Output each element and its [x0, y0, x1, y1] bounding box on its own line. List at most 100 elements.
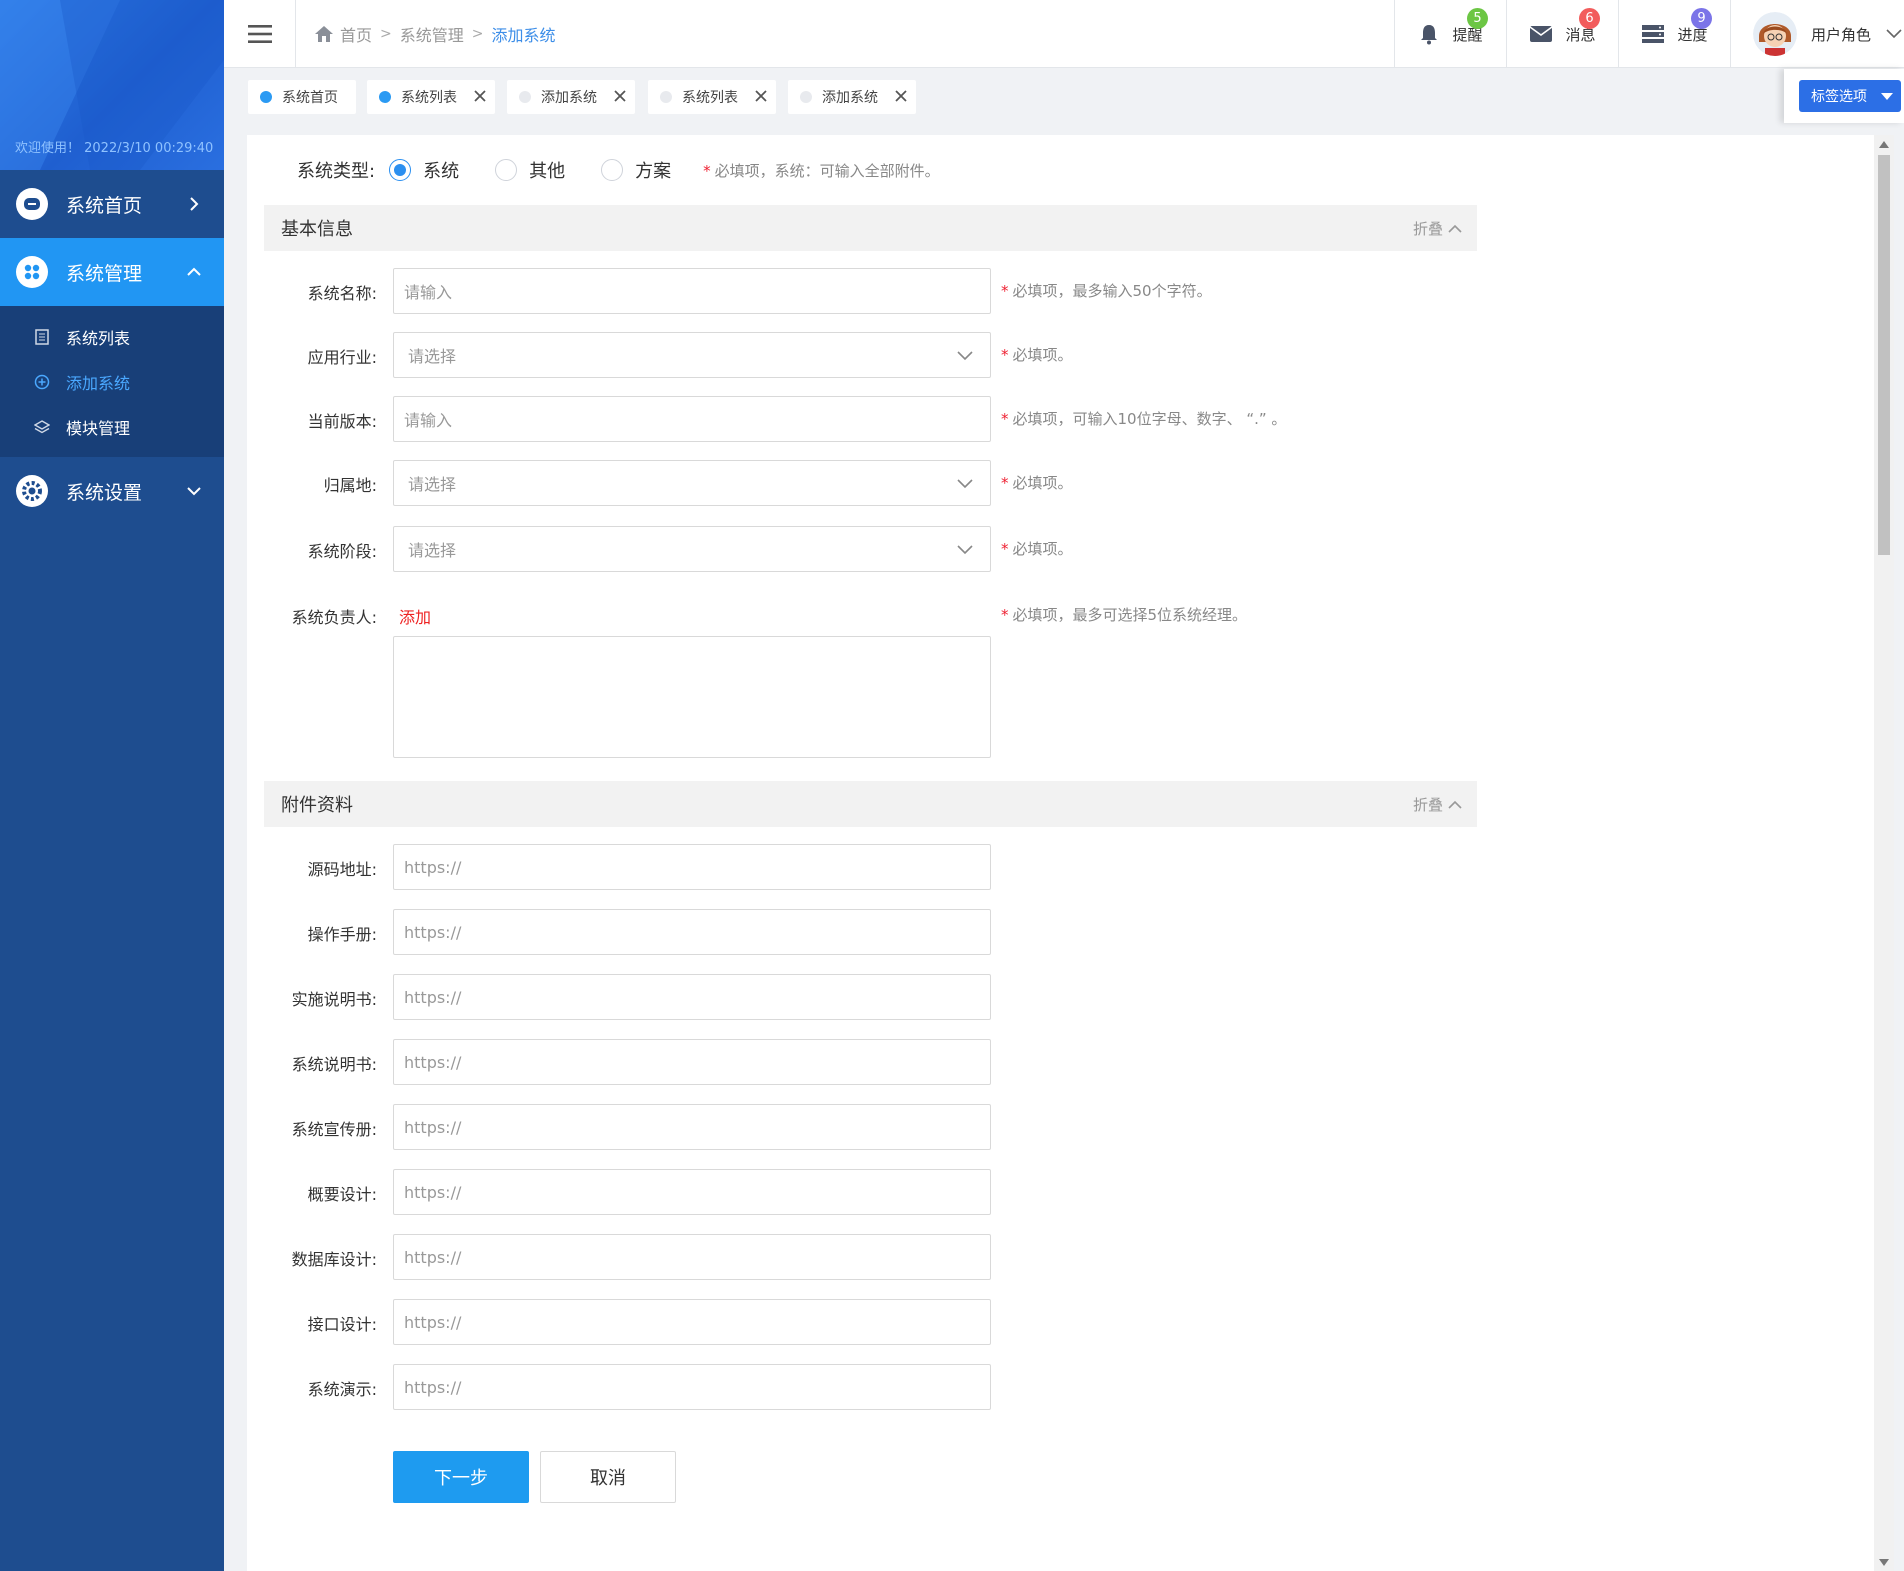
breadcrumb-separator-icon: >	[380, 26, 392, 42]
scroll-down-arrow-icon[interactable]	[1879, 1559, 1889, 1566]
tab-add-system[interactable]: 添加系统	[788, 80, 916, 114]
breadcrumb: 首页 > 系统管理 > 添加系统	[314, 22, 556, 46]
menu-toggle-button[interactable]	[224, 0, 296, 68]
required-star: *	[1001, 410, 1009, 428]
tab-options-button[interactable]: 标签选项	[1799, 80, 1901, 112]
tab-status-dot	[379, 91, 391, 103]
sidebar-banner: 欢迎使用！ 2022/3/10 00:29:40	[0, 0, 224, 170]
stage-hint: * 必填项。	[1001, 538, 1073, 559]
api-design-url-input[interactable]: https://	[393, 1299, 991, 1345]
sidebar-item-module-manage[interactable]: 模块管理	[0, 404, 224, 449]
hint-text: 必填项。	[1012, 474, 1073, 492]
industry-select[interactable]: 请选择	[393, 332, 991, 378]
sub-menu-system-manage: 系统列表 添加系统 模块管理	[0, 306, 224, 457]
message-button[interactable]: 消息 6	[1506, 0, 1618, 68]
outline-design-url-input[interactable]: https://	[393, 1169, 991, 1215]
sidebar-item-add-system[interactable]: 添加系统	[0, 359, 224, 404]
chevron-up-icon	[187, 267, 201, 276]
progress-button[interactable]: 进度 9	[1618, 0, 1730, 68]
cancel-button[interactable]: 取消	[540, 1451, 676, 1503]
hint-text: 必填项，最多可选择5位系统经理。	[1012, 606, 1248, 624]
radio-circle	[389, 159, 412, 181]
welcome-text: 欢迎使用！ 2022/3/10 00:29:40	[15, 141, 214, 156]
server-icon	[1641, 24, 1665, 44]
select-placeholder: 请选择	[408, 541, 457, 560]
sidebar-item-label: 添加系统	[66, 373, 131, 393]
envelope-icon	[1529, 25, 1553, 43]
tab-system-list[interactable]: 系统列表	[367, 80, 495, 114]
breadcrumb-system-manage[interactable]: 系统管理	[400, 22, 464, 46]
section-basic-info: 基本信息 折叠	[264, 205, 1477, 251]
house-icon	[315, 26, 333, 42]
avatar	[1753, 12, 1797, 56]
chevron-right-icon	[190, 197, 199, 211]
required-star: *	[1001, 474, 1009, 492]
chevron-down-icon	[1886, 29, 1902, 39]
chevron-up-icon	[1448, 224, 1462, 233]
owner-list-box[interactable]	[393, 636, 991, 758]
radio-other[interactable]: 其他	[495, 157, 565, 183]
progress-badge: 9	[1691, 8, 1712, 29]
nav-system-settings-label: 系统设置	[66, 481, 143, 504]
radio-label: 系统	[423, 161, 460, 182]
owner-hint: * 必填项，最多可选择5位系统经理。	[1001, 604, 1247, 625]
fold-button[interactable]: 折叠	[1413, 794, 1463, 815]
radio-label: 其他	[529, 161, 566, 182]
scroll-up-arrow-icon[interactable]	[1879, 141, 1889, 148]
fold-label: 折叠	[1412, 796, 1443, 814]
version-input[interactable]: 请输入	[393, 396, 991, 442]
nav-system-settings[interactable]: 系统设置	[0, 457, 224, 525]
required-star: *	[1001, 282, 1009, 300]
manual-url-input[interactable]: https://	[393, 909, 991, 955]
close-icon[interactable]	[894, 89, 908, 103]
nav-system-home[interactable]: 系统首页	[0, 170, 224, 238]
close-icon[interactable]	[473, 89, 487, 103]
field-label-source-url: 源码地址:	[307, 860, 377, 879]
next-step-button[interactable]: 下一步	[393, 1451, 529, 1503]
grid-icon	[16, 256, 48, 288]
hamburger-icon	[247, 25, 272, 43]
breadcrumb-home[interactable]: 首页	[340, 22, 372, 46]
tab-status-dot	[660, 91, 672, 103]
fold-button[interactable]: 折叠	[1413, 218, 1463, 239]
field-label-version: 当前版本:	[307, 412, 377, 431]
tab-status-dot	[260, 91, 272, 103]
remind-button[interactable]: 提醒 5	[1394, 0, 1506, 68]
sidebar: 欢迎使用！ 2022/3/10 00:29:40 系统首页 系统管理 系统列表 …	[0, 0, 224, 1571]
scrollbar-thumb[interactable]	[1878, 155, 1890, 555]
tab-system-list[interactable]: 系统列表	[648, 80, 776, 114]
hint-text: 必填项，系统：可输入全部附件。	[714, 161, 940, 180]
nav-system-manage[interactable]: 系统管理	[0, 238, 224, 306]
tab-add-system[interactable]: 添加系统	[507, 80, 635, 114]
close-icon[interactable]	[754, 89, 768, 103]
system-type-label: 系统类型:	[297, 161, 376, 182]
gear-icon	[16, 475, 48, 507]
location-select[interactable]: 请选择	[393, 460, 991, 506]
select-placeholder: 请选择	[408, 347, 457, 366]
source-url-input[interactable]: https://	[393, 844, 991, 890]
vertical-scrollbar[interactable]	[1874, 135, 1894, 1571]
stage-select[interactable]: 请选择	[393, 526, 991, 572]
required-star: *	[1001, 540, 1009, 558]
nav-system-manage-label: 系统管理	[66, 262, 143, 285]
fold-label: 折叠	[1412, 220, 1443, 238]
tab-label: 系统列表	[401, 90, 457, 106]
tab-system-home[interactable]: 系统首页	[248, 80, 356, 114]
implementation-url-input[interactable]: https://	[393, 974, 991, 1020]
system-name-input[interactable]: 请输入	[393, 268, 991, 314]
radio-plan[interactable]: 方案	[601, 157, 671, 183]
demo-url-input[interactable]: https://	[393, 1364, 991, 1410]
tab-options-area: 标签选项	[1784, 69, 1904, 123]
brochure-url-input[interactable]: https://	[393, 1104, 991, 1150]
close-icon[interactable]	[613, 89, 627, 103]
field-label-implementation: 实施说明书:	[291, 990, 377, 1009]
field-label-demo: 系统演示:	[307, 1380, 377, 1399]
location-hint: * 必填项。	[1001, 472, 1073, 493]
spec-url-input[interactable]: https://	[393, 1039, 991, 1085]
add-owner-link[interactable]: 添加	[399, 604, 431, 628]
sidebar-item-system-list[interactable]: 系统列表	[0, 314, 224, 359]
radio-system[interactable]: 系统	[389, 157, 459, 183]
db-design-url-input[interactable]: https://	[393, 1234, 991, 1280]
user-menu[interactable]: 用户角色	[1730, 0, 1904, 68]
field-label-location: 归属地:	[323, 476, 377, 495]
